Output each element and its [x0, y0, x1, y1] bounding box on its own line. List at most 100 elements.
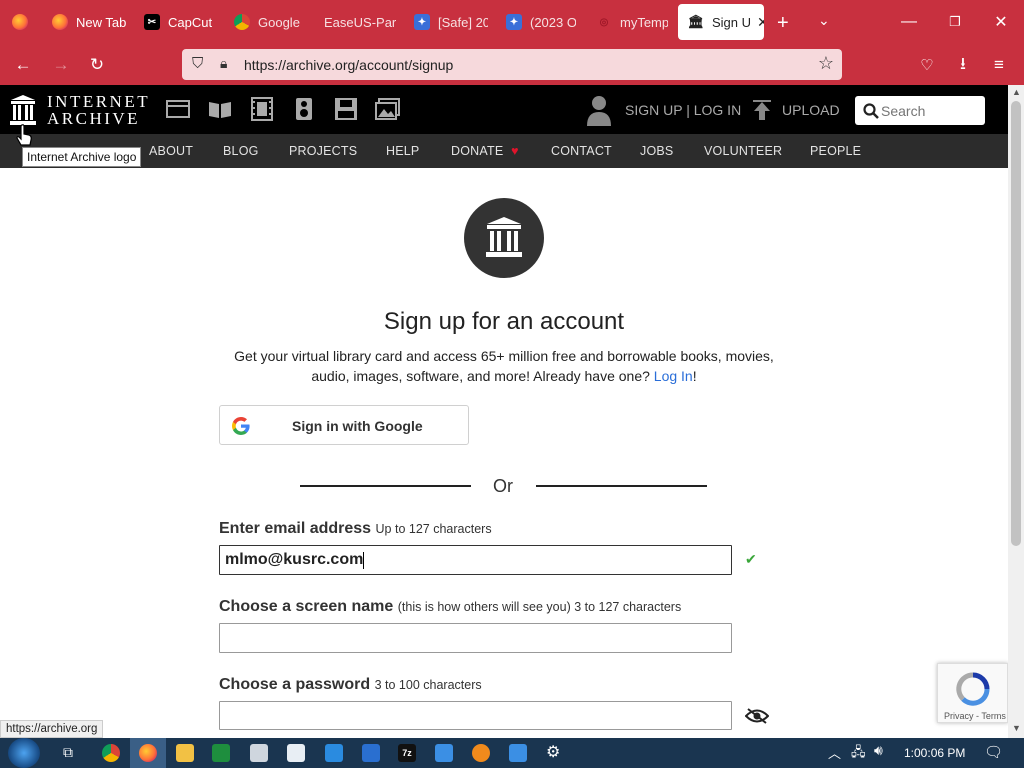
shield-icon[interactable]: ⛉ [192, 55, 203, 72]
taskbar-clock[interactable]: 1:00:06 PM [904, 746, 965, 760]
intro-text: Get your virtual library card and access… [0, 346, 1008, 386]
password-field[interactable] [219, 701, 732, 730]
upload-link[interactable]: UPLOAD [782, 102, 840, 118]
app-blue-3-icon[interactable] [509, 744, 527, 762]
firefox-taskbar-icon[interactable] [139, 744, 157, 762]
recaptcha-badge[interactable]: Privacy - Terms [937, 663, 1008, 723]
tray-chevron-icon[interactable]: ︿ [828, 743, 841, 762]
nav-donate-label: DONATE [451, 144, 504, 158]
nav-help[interactable]: HELP [386, 144, 419, 158]
nav-projects[interactable]: PROJECTS [289, 144, 357, 158]
recaptcha-terms-link[interactable]: Terms [981, 711, 1006, 721]
intro-line2: audio, images, software, and more! Alrea… [0, 366, 1008, 386]
address-bar[interactable]: ⛉ 🔒︎ https://archive.org/account/signup … [182, 49, 842, 80]
ia-logo-icon[interactable] [9, 94, 37, 126]
notifications-icon[interactable]: 🗨︎ [984, 743, 1003, 761]
tab-new-tab[interactable]: New Tab [52, 4, 134, 40]
divider-left [300, 485, 471, 487]
tab-mytemp[interactable]: ◎ myTemp [596, 4, 668, 40]
intro-line2-text: audio, images, software, and more! Alrea… [311, 368, 650, 384]
scroll-thumb[interactable] [1011, 101, 1021, 546]
email-valid-check-icon: ✔ [745, 551, 757, 567]
close-window-icon[interactable]: ✕ [978, 0, 1024, 44]
tab-signup-active[interactable]: 🏛 Sign U ✕ [678, 4, 764, 40]
minimize-icon[interactable]: — [886, 0, 932, 44]
nav-contact[interactable]: CONTACT [551, 144, 612, 158]
url-text[interactable]: https://archive.org/account/signup [244, 57, 453, 73]
logo-tooltip: Internet Archive logo [22, 147, 142, 167]
nav-donate[interactable]: DONATE ♥ [451, 144, 519, 158]
lock-icon[interactable]: 🔒︎ [220, 55, 227, 72]
search-app-icon[interactable] [472, 744, 490, 762]
user-avatar-icon[interactable] [585, 94, 613, 126]
blue-app-icon[interactable] [325, 744, 343, 762]
tab-google[interactable]: Google [234, 4, 312, 40]
notes-app-icon[interactable] [362, 744, 380, 762]
firefox-menu-icon[interactable] [12, 14, 28, 30]
nav-about[interactable]: ABOUT [149, 144, 193, 158]
forward-arrow-icon[interactable]: → [48, 52, 74, 78]
restore-icon[interactable]: ❐ [932, 0, 978, 44]
show-password-eye-icon[interactable] [745, 707, 769, 725]
chrome-taskbar-icon[interactable] [102, 744, 120, 762]
network-icon[interactable]: 🖧︎ [851, 743, 866, 765]
tab-safe-1[interactable]: ✦ [Safe] 20 [414, 4, 488, 40]
search-icon [863, 103, 879, 119]
page-title: Sign up for an account [383, 308, 625, 335]
screenname-field[interactable] [219, 623, 732, 653]
password-label-text: Choose a password [219, 676, 371, 693]
recaptcha-privacy-link[interactable]: Privacy [944, 711, 974, 721]
nav-volunteer[interactable]: VOLUNTEER [704, 144, 782, 158]
seven-zip-icon[interactable]: 7z [398, 744, 416, 762]
nav-people[interactable]: PEOPLE [810, 144, 861, 158]
images-icon[interactable] [375, 97, 401, 121]
back-arrow-icon[interactable]: ← [10, 52, 36, 78]
tab-list-chevron-icon[interactable]: ⌄ [818, 12, 830, 29]
recaptcha-icon [956, 672, 990, 706]
start-orb-icon[interactable] [8, 738, 40, 768]
recaptcha-sep: - [976, 711, 980, 721]
page-scrollbar[interactable]: ▲ ▼ [1008, 85, 1024, 738]
audio-speaker-icon[interactable] [291, 97, 317, 121]
scroll-up-arrow-icon[interactable]: ▲ [1012, 87, 1021, 97]
tab-label: Google [258, 14, 300, 30]
google-signin-button[interactable]: Sign in with Google [219, 405, 469, 445]
tab-capcut[interactable]: ✂ CapCut [144, 4, 222, 40]
tab-easeus[interactable]: EaseUS-Partit [324, 4, 396, 40]
texts-book-icon[interactable] [207, 97, 233, 121]
login-link[interactable]: Log In [654, 368, 693, 384]
file-explorer-icon[interactable] [176, 744, 194, 762]
sheets-icon[interactable] [212, 744, 230, 762]
upload-icon[interactable] [752, 100, 772, 122]
email-hint: Up to 127 characters [375, 522, 492, 536]
bookmark-star-icon[interactable]: ☆ [818, 53, 834, 74]
ia-search-box[interactable] [855, 96, 985, 125]
email-field[interactable]: mlmo@kusrc.com [219, 545, 732, 575]
reload-icon[interactable]: ↻ [84, 52, 110, 78]
tab-label: Sign U [712, 14, 752, 30]
printer-icon[interactable] [250, 744, 268, 762]
google-g-icon [232, 417, 250, 435]
ia-logo-text[interactable]: INTERNET ARCHIVE [47, 93, 150, 127]
software-floppy-icon[interactable] [333, 97, 359, 121]
nav-blog[interactable]: BLOG [223, 144, 259, 158]
nav-jobs[interactable]: JOBS [640, 144, 673, 158]
volume-icon[interactable]: 🔊︎ [874, 742, 883, 759]
task-view-icon[interactable]: ⧉ [63, 744, 73, 761]
tab-safe-2[interactable]: ✦ (2023 OF [506, 4, 576, 40]
settings-gear-icon[interactable]: ⚙ [546, 742, 560, 762]
video-film-icon[interactable] [249, 97, 275, 121]
web-archive-icon[interactable] [165, 97, 191, 121]
window-app-icon[interactable] [287, 744, 305, 762]
ia-search-input[interactable] [881, 101, 979, 120]
email-label: Enter email address Up to 127 characters [219, 520, 492, 538]
pocket-icon[interactable]: ♡ [914, 52, 940, 78]
signup-login-link[interactable]: SIGN UP | LOG IN [625, 102, 741, 118]
tab-close-icon[interactable]: ✕ [757, 14, 764, 31]
password-label: Choose a password 3 to 100 characters [219, 676, 482, 694]
new-tab-plus-icon[interactable]: + [777, 12, 789, 35]
scroll-down-arrow-icon[interactable]: ▼ [1012, 723, 1021, 733]
downloads-icon[interactable]: ⭳ [950, 52, 976, 78]
app-menu-icon[interactable]: ≡ [986, 52, 1012, 78]
app-blue-2-icon[interactable] [435, 744, 453, 762]
